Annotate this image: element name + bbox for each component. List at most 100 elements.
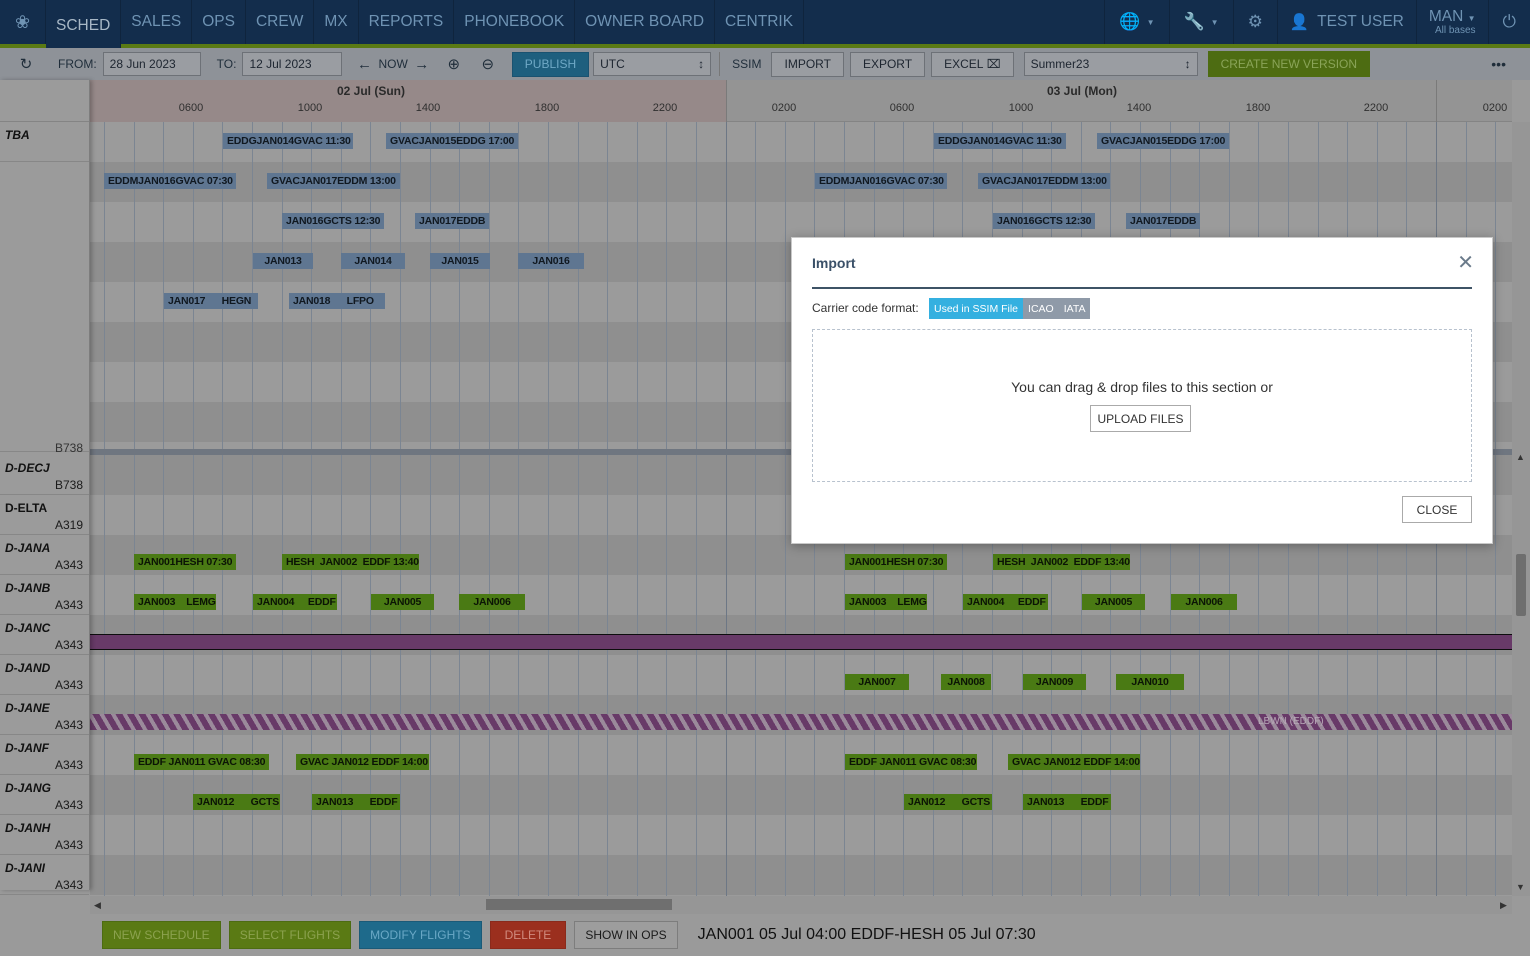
nav-reports[interactable]: REPORTS xyxy=(359,0,455,44)
flight-bar[interactable]: GVACJAN017EDDM 13:00 xyxy=(267,173,400,189)
flight-bar[interactable]: GVACJAN015EDDG 17:00 xyxy=(386,133,518,149)
base-selector[interactable]: MAN ▼ All bases xyxy=(1415,0,1488,44)
zoom-in-icon[interactable]: ⊕ xyxy=(442,55,466,73)
nav-owner-board[interactable]: OWNER BOARD xyxy=(575,0,716,44)
flight-bar[interactable]: JAN004 EDDF xyxy=(253,594,337,610)
flight-bar[interactable]: JAN006 xyxy=(459,594,525,610)
flight-bar[interactable]: JAN005 xyxy=(371,594,434,610)
vertical-scroll-thumb[interactable] xyxy=(1516,554,1526,616)
flight-bar[interactable]: JAN018 LFPO xyxy=(289,293,385,309)
flight-bar[interactable]: GVAC JAN012 EDDF 14:00 xyxy=(296,754,429,770)
nav-sched[interactable]: SCHED xyxy=(46,0,122,48)
to-date-input[interactable] xyxy=(242,52,343,76)
row-label-d-jand[interactable]: D-JAND A343 xyxy=(0,655,89,695)
flight-bar[interactable]: JAN017 HEGN xyxy=(164,293,258,309)
flight-bar[interactable]: JAN012 GCTS xyxy=(904,794,992,810)
language-menu[interactable]: 🌐 ▼ xyxy=(1104,0,1168,44)
row-label-d-janf[interactable]: D-JANF A343 xyxy=(0,735,89,775)
row-label-d-jane[interactable]: D-JANE A343 xyxy=(0,695,89,735)
select-flights-button[interactable]: SELECT FLIGHTS xyxy=(228,921,352,949)
nav-phonebook[interactable]: PHONEBOOK xyxy=(454,0,576,44)
create-new-version-button[interactable]: CREATE NEW VERSION xyxy=(1207,51,1371,77)
row-label-d-jang[interactable]: D-JANG A343 xyxy=(0,775,89,815)
flight-bar[interactable]: JAN008 xyxy=(941,674,991,690)
nav-ops[interactable]: OPS xyxy=(192,0,246,44)
new-schedule-button[interactable]: NEW SCHEDULE xyxy=(102,921,221,949)
scroll-left-icon[interactable]: ◀ xyxy=(94,900,101,911)
flight-bar[interactable]: JAN003 LEMG xyxy=(134,594,216,610)
nav-centrik[interactable]: CENTRIK xyxy=(715,0,805,44)
flight-bar[interactable]: EDDF JAN011 GVAC 08:30 xyxy=(134,754,269,770)
flight-bar[interactable]: GVACJAN017EDDM 13:00 xyxy=(978,173,1110,189)
tools-menu[interactable]: 🔧 ▼ xyxy=(1168,0,1233,44)
file-drop-zone[interactable]: You can drag & drop files to this sectio… xyxy=(812,329,1472,482)
version-select[interactable]: Summer23 ↕ xyxy=(1023,52,1198,76)
flight-bar[interactable]: JAN016GCTS 12:30 xyxy=(282,213,384,229)
scroll-up-icon[interactable]: ▲ xyxy=(1516,452,1525,462)
row-label-d-janc[interactable]: D-JANC A343 xyxy=(0,615,89,655)
flight-bar[interactable]: JAN001HESH 07:30 xyxy=(134,554,236,570)
flight-bar[interactable]: JAN013 EDDF xyxy=(1023,794,1111,810)
import-button[interactable]: IMPORT xyxy=(771,51,844,77)
refresh-icon[interactable]: ↻ xyxy=(14,55,38,73)
row-label[interactable]: B738 xyxy=(0,162,89,455)
flight-bar[interactable]: JAN007 xyxy=(845,674,909,690)
row-label-d-elta[interactable]: D-ELTA A319 xyxy=(0,495,89,535)
flight-bar[interactable]: JAN014 xyxy=(341,253,405,269)
flight-bar[interactable]: JAN009 xyxy=(1023,674,1086,690)
flight-bar[interactable]: EDDGJAN014GVAC 11:30 xyxy=(934,133,1066,149)
row-label-d-decj[interactable]: D-DECJ B738 xyxy=(0,455,89,495)
format-option-ssim[interactable]: Used in SSIM File xyxy=(929,298,1024,319)
flight-bar[interactable]: JAN015 xyxy=(430,253,490,269)
nav-crew[interactable]: CREW xyxy=(246,0,315,44)
flight-bar[interactable]: JAN006 xyxy=(1171,594,1237,610)
flight-bar[interactable]: JAN005 xyxy=(1082,594,1145,610)
nav-mx[interactable]: MX xyxy=(314,0,359,44)
flight-bar[interactable]: JAN017EDDB xyxy=(415,213,489,229)
timezone-select[interactable]: UTC ↕ xyxy=(593,52,712,76)
flight-bar[interactable]: JAN017EDDB xyxy=(1126,213,1200,229)
flight-bar[interactable]: JAN013 xyxy=(253,253,313,269)
flight-bar[interactable]: HESH JAN002 EDDF 13:40 xyxy=(282,554,419,570)
excel-button[interactable]: EXCEL ⌧ xyxy=(931,51,1014,77)
flight-bar[interactable]: GVAC JAN012 EDDF 14:00 xyxy=(1008,754,1140,770)
flight-bar[interactable]: EDDGJAN014GVAC 11:30 xyxy=(223,133,353,149)
horizontal-scrollbar[interactable] xyxy=(90,896,1512,914)
flight-bar[interactable]: GVACJAN015EDDG 17:00 xyxy=(1097,133,1229,149)
flight-bar[interactable]: JAN016GCTS 12:30 xyxy=(993,213,1095,229)
export-button[interactable]: EXPORT xyxy=(849,51,926,77)
zoom-out-icon[interactable]: ⊖ xyxy=(476,55,500,73)
delete-button[interactable]: DELETE xyxy=(489,921,567,949)
flight-bar[interactable]: JAN003 LEMG xyxy=(845,594,927,610)
more-menu-icon[interactable]: ••• xyxy=(1491,56,1506,72)
now-button[interactable]: NOW xyxy=(378,57,407,71)
format-option-iata[interactable]: IATA xyxy=(1058,298,1091,319)
flight-bar[interactable]: JAN016 xyxy=(518,253,584,269)
row-label-d-jani[interactable]: D-JANI A343 xyxy=(0,855,89,895)
close-icon[interactable]: ✕ xyxy=(1457,250,1474,275)
row-label-d-jana[interactable]: D-JANA A343 xyxy=(0,535,89,575)
close-button[interactable]: CLOSE xyxy=(1402,496,1472,523)
from-date-input[interactable] xyxy=(102,52,201,76)
flight-bar[interactable]: JAN001HESH 07:30 xyxy=(845,554,947,570)
row-label[interactable]: TBA xyxy=(0,122,89,162)
vertical-scrollbar[interactable] xyxy=(1512,122,1530,896)
flight-bar[interactable]: EDDF JAN011 GVAC 08:30 xyxy=(845,754,977,770)
flight-bar[interactable]: JAN012 GCTS xyxy=(193,794,280,810)
row-label-d-janh[interactable]: D-JANH A343 xyxy=(0,815,89,855)
maintenance-bar[interactable] xyxy=(90,634,1512,650)
flight-bar[interactable]: JAN004 EDDF xyxy=(963,594,1048,610)
nav-sales[interactable]: SALES xyxy=(121,0,193,44)
paw-icon[interactable]: ❀ xyxy=(0,0,46,44)
horizontal-scroll-thumb[interactable] xyxy=(486,899,672,910)
flight-bar[interactable]: HESH JAN002 EDDF 13:40 xyxy=(993,554,1130,570)
format-option-icao[interactable]: ICAO xyxy=(1023,298,1059,319)
publish-button[interactable]: PUBLISH xyxy=(511,51,590,77)
row-label-d-janb[interactable]: D-JANB A343 xyxy=(0,575,89,615)
scroll-right-icon[interactable]: ▶ xyxy=(1500,900,1507,911)
flight-bar[interactable]: EDDMJAN016GVAC 07:30 xyxy=(104,173,236,189)
logout-button[interactable]: ⏻ xyxy=(1487,0,1530,44)
flight-bar[interactable]: EDDMJAN016GVAC 07:30 xyxy=(815,173,947,189)
upload-files-button[interactable]: UPLOAD FILES xyxy=(1090,405,1191,432)
user-menu[interactable]: 👤 TEST USER xyxy=(1276,0,1416,44)
